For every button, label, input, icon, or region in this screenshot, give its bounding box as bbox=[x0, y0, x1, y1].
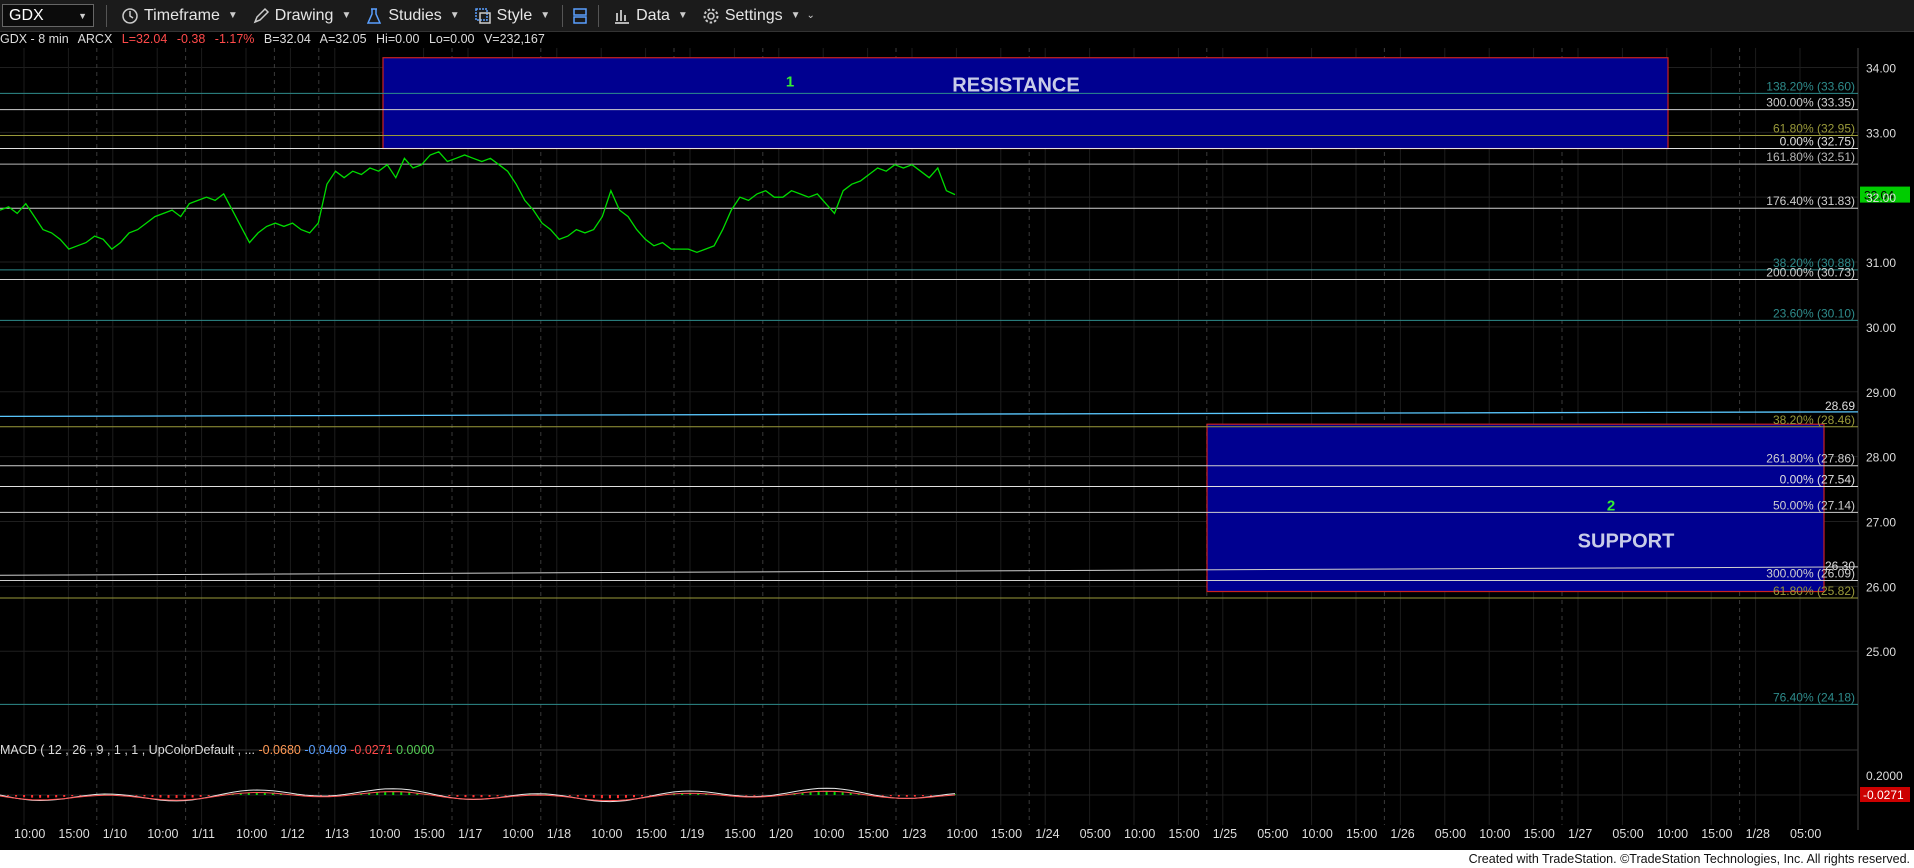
y-tick-label: 30.00 bbox=[1866, 321, 1896, 335]
x-tick-label: 05:00 bbox=[1790, 827, 1821, 841]
macd-avg: -0.0409 bbox=[304, 743, 347, 757]
fib-level-label: 200.00% (30.73) bbox=[1766, 266, 1855, 280]
x-tick-label: 15:00 bbox=[858, 827, 889, 841]
y-tick-label: 32.00 bbox=[1866, 191, 1896, 205]
x-tick-label: 1/26 bbox=[1390, 827, 1414, 841]
fib-level-label: 0.00% (27.54) bbox=[1780, 472, 1855, 486]
fib-level-label: 0.00% (32.75) bbox=[1780, 135, 1855, 149]
x-tick-label: 10:00 bbox=[369, 827, 400, 841]
fib-level-label: 50.00% (27.14) bbox=[1773, 498, 1855, 512]
support-label: SUPPORT bbox=[1578, 530, 1675, 552]
y-tick-label: 33.00 bbox=[1866, 126, 1896, 140]
macd-diff: -0.0271 bbox=[350, 743, 393, 757]
fib-level-label: 138.20% (33.60) bbox=[1766, 79, 1855, 93]
x-tick-label: 10:00 bbox=[236, 827, 267, 841]
price-chart[interactable]: RESISTANCE1SUPPORT2 138.20% (33.60)300.0… bbox=[0, 0, 1914, 850]
x-tick-label: 10:00 bbox=[1657, 827, 1688, 841]
support-zone[interactable] bbox=[1206, 423, 1825, 593]
x-tick-label: 05:00 bbox=[1435, 827, 1466, 841]
x-tick-label: 1/25 bbox=[1213, 827, 1237, 841]
macd-signal-line[interactable] bbox=[0, 790, 956, 802]
x-tick-label: 10:00 bbox=[1302, 827, 1333, 841]
x-tick-label: 15:00 bbox=[414, 827, 445, 841]
y-tick-label: 34.00 bbox=[1866, 61, 1896, 75]
x-tick-label: 10:00 bbox=[591, 827, 622, 841]
x-tick-label: 1/13 bbox=[325, 827, 349, 841]
x-tick-label: 10:00 bbox=[1124, 827, 1155, 841]
fib-level-label: 61.80% (25.82) bbox=[1773, 584, 1855, 598]
y-tick-label: 26.00 bbox=[1866, 580, 1896, 594]
x-tick-label: 15:00 bbox=[1524, 827, 1555, 841]
macd-zero: 0.0000 bbox=[396, 743, 435, 757]
x-tick-label: 15:00 bbox=[1346, 827, 1377, 841]
fib-level-label: 38.20% (28.46) bbox=[1773, 413, 1855, 427]
fib-level-label: 61.80% (32.95) bbox=[1773, 122, 1855, 136]
price-line[interactable] bbox=[0, 151, 956, 253]
fib-level-label: 176.40% (31.83) bbox=[1766, 194, 1855, 208]
x-tick-label: 1/27 bbox=[1568, 827, 1592, 841]
y-tick-label: 29.00 bbox=[1866, 386, 1896, 400]
trendline[interactable] bbox=[0, 411, 1859, 418]
x-tick-label: 10:00 bbox=[502, 827, 533, 841]
x-tick-label: 15:00 bbox=[1701, 827, 1732, 841]
x-tick-label: 05:00 bbox=[1612, 827, 1643, 841]
macd-params: MACD ( 12 , 26 , 9 , 1 , 1 , UpColorDefa… bbox=[0, 743, 255, 757]
macd-last-label: -0.0271 bbox=[1863, 788, 1904, 802]
x-tick-label: 1/18 bbox=[547, 827, 571, 841]
fib-level-label: 23.60% (30.10) bbox=[1773, 306, 1855, 320]
fib-level-label: 161.80% (32.51) bbox=[1766, 150, 1855, 164]
x-tick-label: 1/17 bbox=[458, 827, 482, 841]
fib-level-label: 300.00% (33.35) bbox=[1766, 96, 1855, 110]
y-tick-label: 28.00 bbox=[1866, 451, 1896, 465]
x-tick-label: 1/19 bbox=[680, 827, 704, 841]
x-tick-label: 15:00 bbox=[724, 827, 755, 841]
x-tick-label: 10:00 bbox=[813, 827, 844, 841]
x-tick-label: 10:00 bbox=[1479, 827, 1510, 841]
x-tick-label: 05:00 bbox=[1257, 827, 1288, 841]
y-tick-label: 27.00 bbox=[1866, 515, 1896, 529]
x-tick-label: 05:00 bbox=[1080, 827, 1111, 841]
x-tick-label: 1/24 bbox=[1035, 827, 1059, 841]
x-tick-label: 10:00 bbox=[147, 827, 178, 841]
fib-level-label: 76.40% (24.18) bbox=[1773, 690, 1855, 704]
macd-study-label[interactable]: MACD ( 12 , 26 , 9 , 1 , 1 , UpColorDefa… bbox=[0, 743, 434, 757]
x-tick-label: 15:00 bbox=[58, 827, 89, 841]
x-tick-label: 1/12 bbox=[280, 827, 304, 841]
x-tick-label: 15:00 bbox=[991, 827, 1022, 841]
trendline-label: 28.69 bbox=[1825, 399, 1855, 413]
copyright-footer: Created with TradeStation. ©TradeStation… bbox=[0, 850, 1914, 868]
x-tick-label: 10:00 bbox=[14, 827, 45, 841]
macd-value: -0.0680 bbox=[258, 743, 301, 757]
y-tick-label: 25.00 bbox=[1866, 645, 1896, 659]
resistance-zone[interactable] bbox=[382, 57, 1669, 150]
x-tick-label: 10:00 bbox=[946, 827, 977, 841]
trendline-label: 26.30 bbox=[1825, 559, 1855, 573]
y-tick-label: 31.00 bbox=[1866, 256, 1896, 270]
x-tick-label: 15:00 bbox=[636, 827, 667, 841]
x-tick-label: 1/28 bbox=[1746, 827, 1770, 841]
x-tick-label: 1/23 bbox=[902, 827, 926, 841]
resistance-wave-number: 1 bbox=[786, 74, 794, 91]
x-tick-label: 15:00 bbox=[1168, 827, 1199, 841]
x-tick-label: 1/11 bbox=[192, 827, 215, 841]
macd-axis-label: 0.2000 bbox=[1866, 769, 1903, 783]
x-tick-label: 1/10 bbox=[103, 827, 127, 841]
x-tick-label: 1/20 bbox=[769, 827, 793, 841]
fib-level-label: 261.80% (27.86) bbox=[1766, 452, 1855, 466]
